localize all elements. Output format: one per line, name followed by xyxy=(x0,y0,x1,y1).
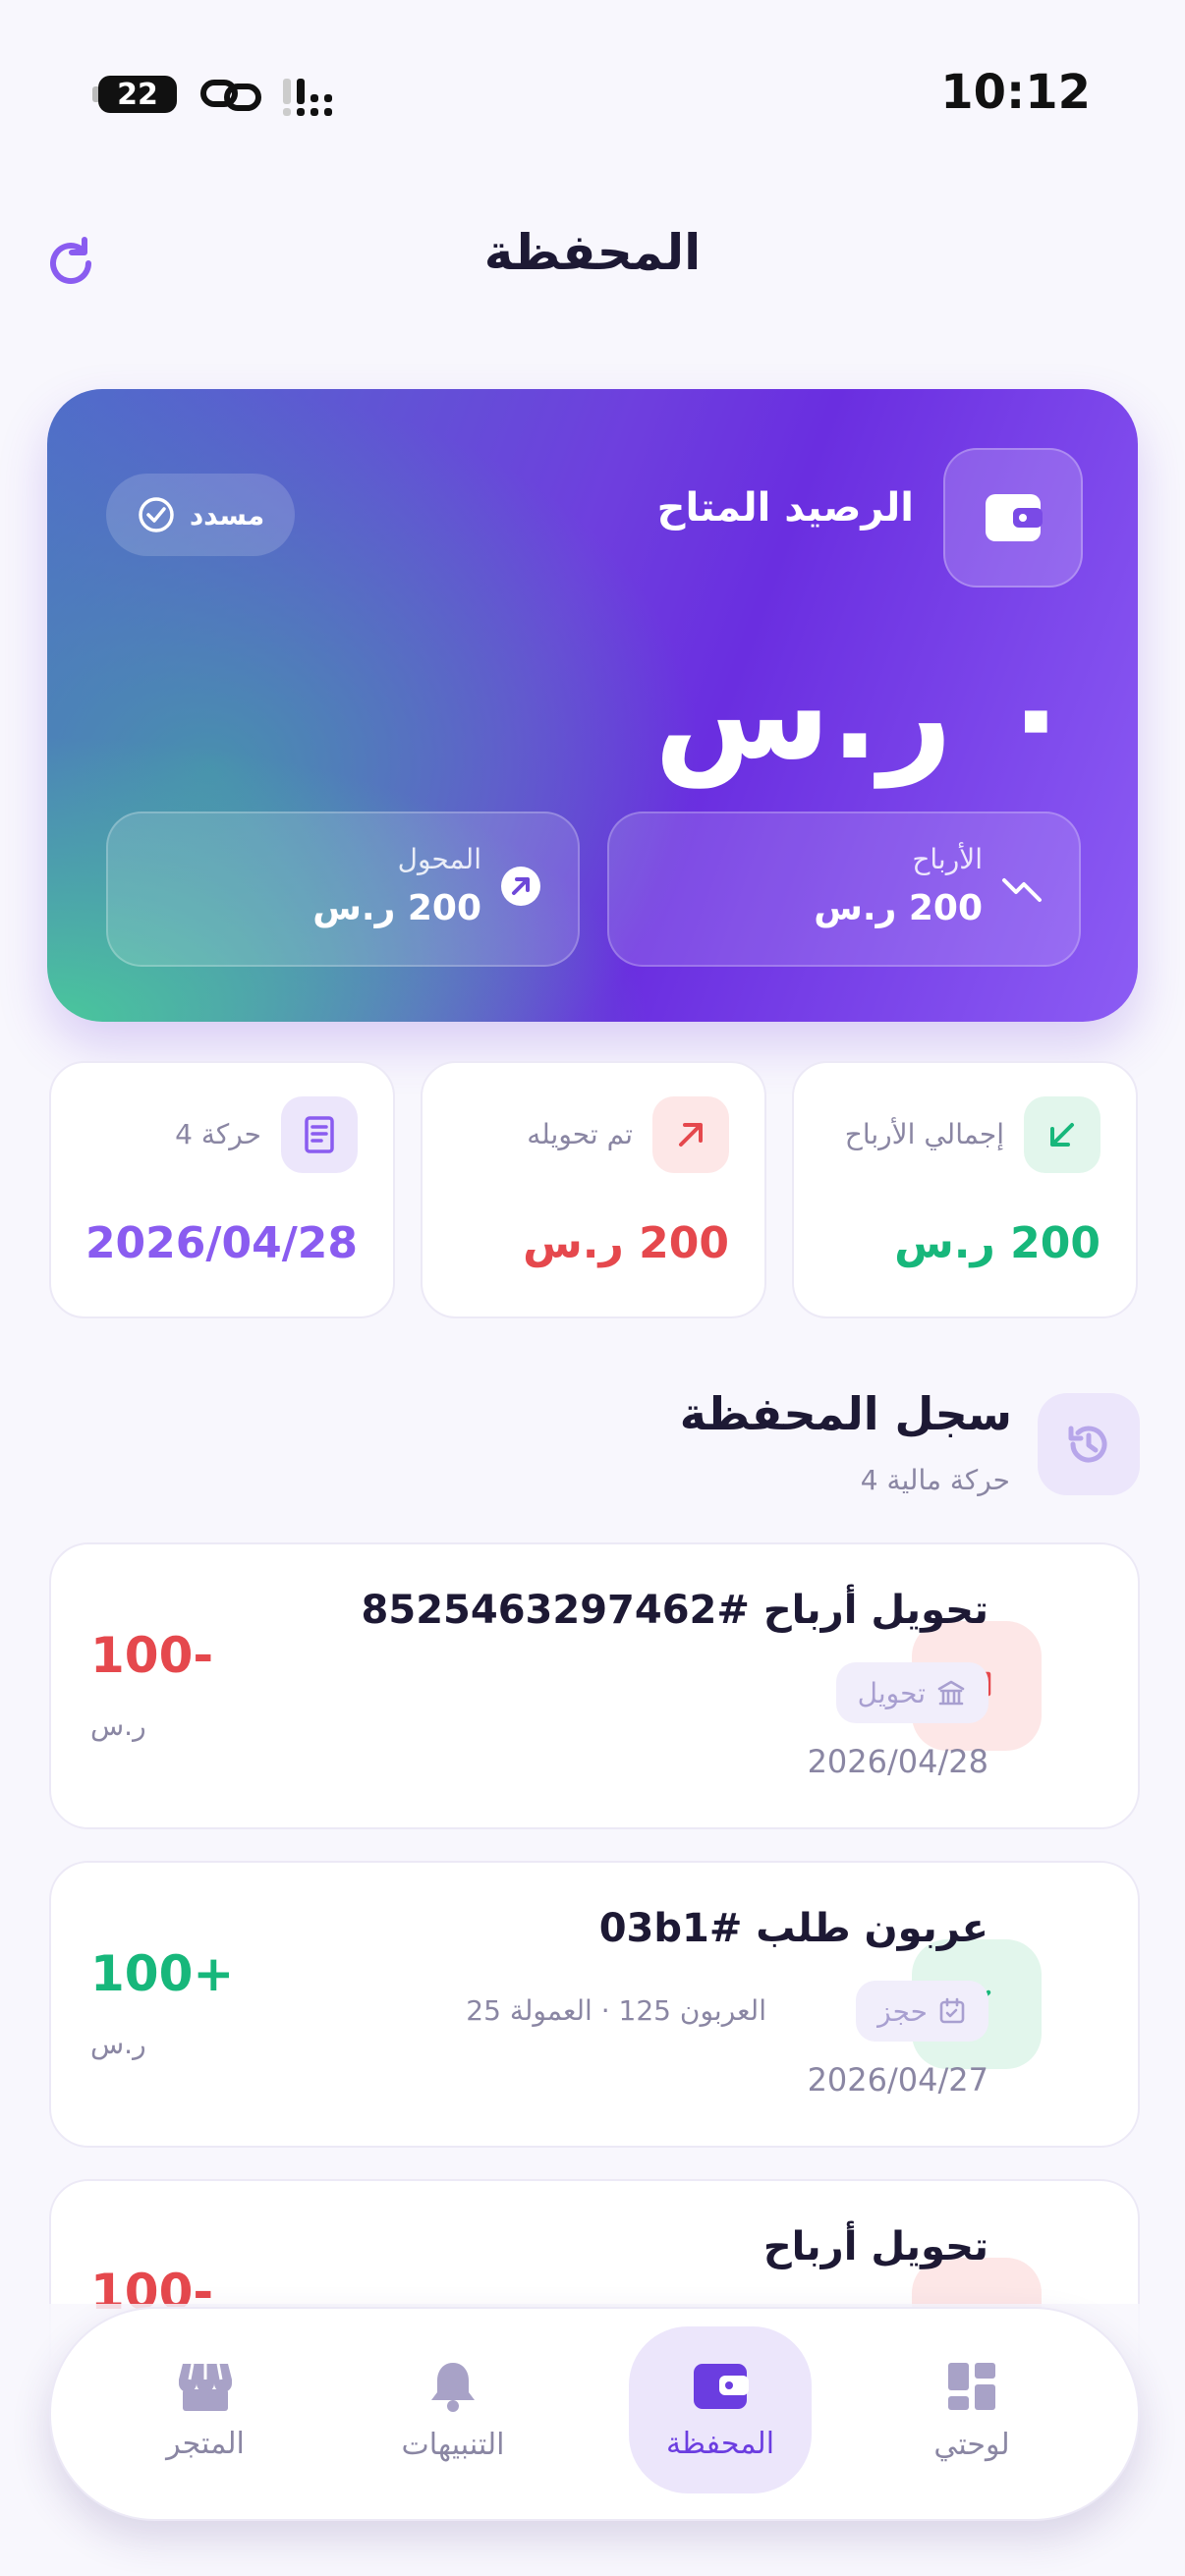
status-time: 10:12 xyxy=(940,65,1091,120)
dashboard-icon xyxy=(948,2362,995,2410)
verified-label: مسدد xyxy=(189,498,265,532)
transaction-details: العربون 125 · العمولة 25 xyxy=(466,1994,766,2027)
history-subtitle: 4 حركة مالية xyxy=(860,1464,1010,1496)
transaction-amount: 100- xyxy=(90,1627,214,1684)
nav-label: التنبيهات xyxy=(401,2427,505,2462)
wallet-icon xyxy=(694,2363,749,2409)
bank-icon xyxy=(937,1680,965,1706)
history-title: سجل المحفظة xyxy=(679,1387,1012,1440)
stat-card-transferred: تم تحويله 200 ر.س xyxy=(421,1061,766,1318)
receipt-icon xyxy=(281,1096,358,1173)
transaction-currency: ر.س xyxy=(90,1709,146,1742)
transferred-box: المحول 200 ر.س xyxy=(106,812,580,967)
nav-label: لوحتي xyxy=(933,2427,1010,2462)
stat-label: إجمالي الأرباح xyxy=(844,1118,1004,1150)
battery-level: 22 xyxy=(117,77,158,112)
profits-box: الأرباح 200 ر.س xyxy=(607,812,1081,967)
battery-indicator: 22 xyxy=(98,76,177,113)
verified-badge: مسدد xyxy=(106,474,295,556)
refresh-icon[interactable] xyxy=(41,234,100,293)
transaction-date: 2026/04/28 xyxy=(807,1743,988,1780)
tag-label: تحويل xyxy=(857,1676,926,1709)
stat-label: تم تحويله xyxy=(527,1118,633,1150)
nav-item-dashboard[interactable]: لوحتي xyxy=(880,2326,1063,2493)
history-icon xyxy=(1038,1393,1140,1495)
transaction-date: 2026/04/27 xyxy=(807,2061,988,2099)
nav-item-notifications[interactable]: التنبيهات xyxy=(362,2326,544,2493)
page-title: المحفظة xyxy=(483,224,702,281)
store-icon xyxy=(179,2363,232,2411)
tag-label: حجز xyxy=(877,1994,928,2028)
transaction-amount: 100+ xyxy=(90,1945,235,2002)
arrow-up-right-circle-icon xyxy=(501,867,540,906)
arrow-down-left-icon xyxy=(1024,1096,1100,1173)
stat-value: 200 ر.س xyxy=(523,1218,729,1268)
stat-label: 4 حركة xyxy=(175,1118,261,1150)
bell-icon xyxy=(431,2362,475,2412)
trend-icon xyxy=(1002,878,1042,902)
nav-label: المحفظة xyxy=(665,2426,775,2461)
wallet-icon xyxy=(943,448,1083,588)
stat-card-count: 4 حركة 2026/04/28 xyxy=(49,1061,395,1318)
transaction-title: تحويل أرباح xyxy=(762,2224,988,2269)
stat-value: 2026/04/28 xyxy=(85,1218,358,1268)
transferred-value: 200 ر.س xyxy=(312,888,481,928)
profits-label: الأرباح xyxy=(912,843,983,875)
check-circle-icon xyxy=(139,497,174,532)
balance-amount: ٠ ر.س xyxy=(653,639,1075,788)
nav-item-store[interactable]: المتجر xyxy=(114,2326,297,2493)
transaction-currency: ر.س xyxy=(90,2028,146,2060)
calendar-check-icon xyxy=(939,1997,965,2024)
nav-item-wallet[interactable]: المحفظة xyxy=(629,2326,812,2493)
nav-label: المتجر xyxy=(166,2426,245,2461)
transaction-title: تحويل أرباح #8525463297462 xyxy=(361,1588,988,1633)
profits-value: 200 ر.س xyxy=(814,888,983,928)
transaction-tag: تحويل xyxy=(835,1662,988,1723)
stat-value: 200 ر.س xyxy=(894,1218,1100,1268)
balance-label: الرصيد المتاح xyxy=(656,485,914,531)
transferred-label: المحول xyxy=(397,843,481,875)
transaction-title: عربون طلب #03b1 xyxy=(598,1906,988,1951)
arrow-up-right-icon xyxy=(652,1096,729,1173)
transaction-tag: حجز xyxy=(856,1981,988,2042)
signal-icon xyxy=(283,79,332,116)
link-icon xyxy=(200,80,261,111)
stat-card-total-profits: إجمالي الأرباح 200 ر.س xyxy=(792,1061,1138,1318)
